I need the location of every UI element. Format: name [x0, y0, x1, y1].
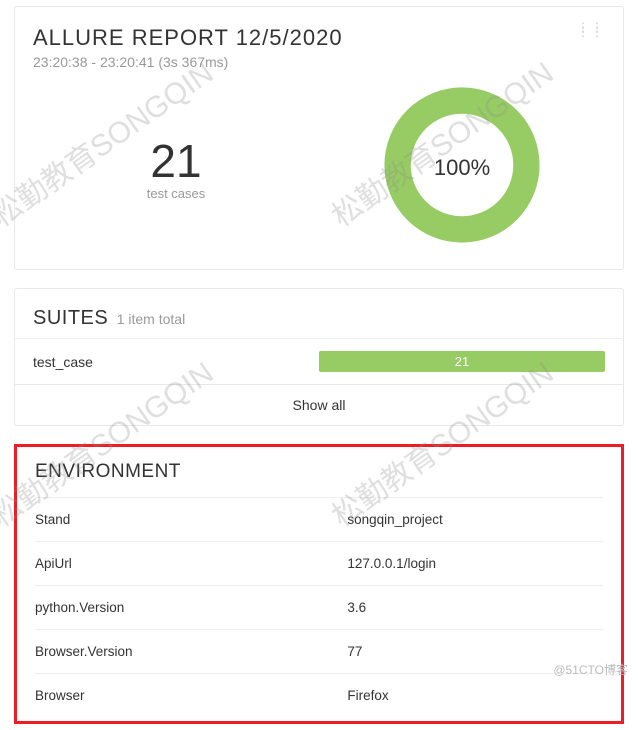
report-summary-card: ALLURE REPORT 12/5/2020 23:20:38 - 23:20…: [14, 6, 624, 270]
suite-pass-bar: 21: [319, 351, 605, 372]
suites-subtitle: 1 item total: [117, 311, 185, 327]
env-row: python.Version 3.6: [35, 585, 603, 629]
suite-name: test_case: [33, 354, 319, 370]
drag-handle-icon[interactable]: ⋮⋮⋮⋮: [577, 25, 605, 35]
test-count-block: 21 test cases: [33, 134, 319, 201]
env-key: Browser.Version: [35, 644, 347, 659]
show-all-button[interactable]: Show all: [14, 384, 624, 426]
env-value: Firefox: [347, 688, 603, 703]
env-key: Browser: [35, 688, 347, 703]
report-title: ALLURE REPORT 12/5/2020: [33, 25, 343, 51]
env-row: Browser Firefox: [35, 673, 603, 717]
test-count-label: test cases: [33, 186, 319, 201]
env-key: ApiUrl: [35, 556, 347, 571]
pass-rate-percent: 100%: [434, 155, 490, 181]
env-value: songqin_project: [347, 512, 603, 527]
environment-card: ENVIRONMENT Stand songqin_project ApiUrl…: [14, 444, 624, 724]
footer-attribution: @51CTO博客: [553, 661, 628, 678]
env-row: ApiUrl 127.0.0.1/login: [35, 541, 603, 585]
env-key: Stand: [35, 512, 347, 527]
env-value: 127.0.0.1/login: [347, 556, 603, 571]
env-key: python.Version: [35, 600, 347, 615]
suites-title: SUITES: [33, 307, 108, 329]
report-time-range: 23:20:38 - 23:20:41 (3s 367ms): [33, 54, 343, 70]
suites-card: SUITES 1 item total test_case 21 Show al…: [14, 288, 624, 426]
pass-rate-donut: 100%: [319, 80, 605, 255]
env-value: 3.6: [347, 600, 603, 615]
suite-row[interactable]: test_case 21: [14, 338, 624, 384]
env-row: Stand songqin_project: [35, 497, 603, 541]
env-value: 77: [347, 644, 603, 659]
environment-title: ENVIRONMENT: [35, 461, 603, 483]
test-count-number: 21: [33, 134, 319, 188]
env-row: Browser.Version 77: [35, 629, 603, 673]
